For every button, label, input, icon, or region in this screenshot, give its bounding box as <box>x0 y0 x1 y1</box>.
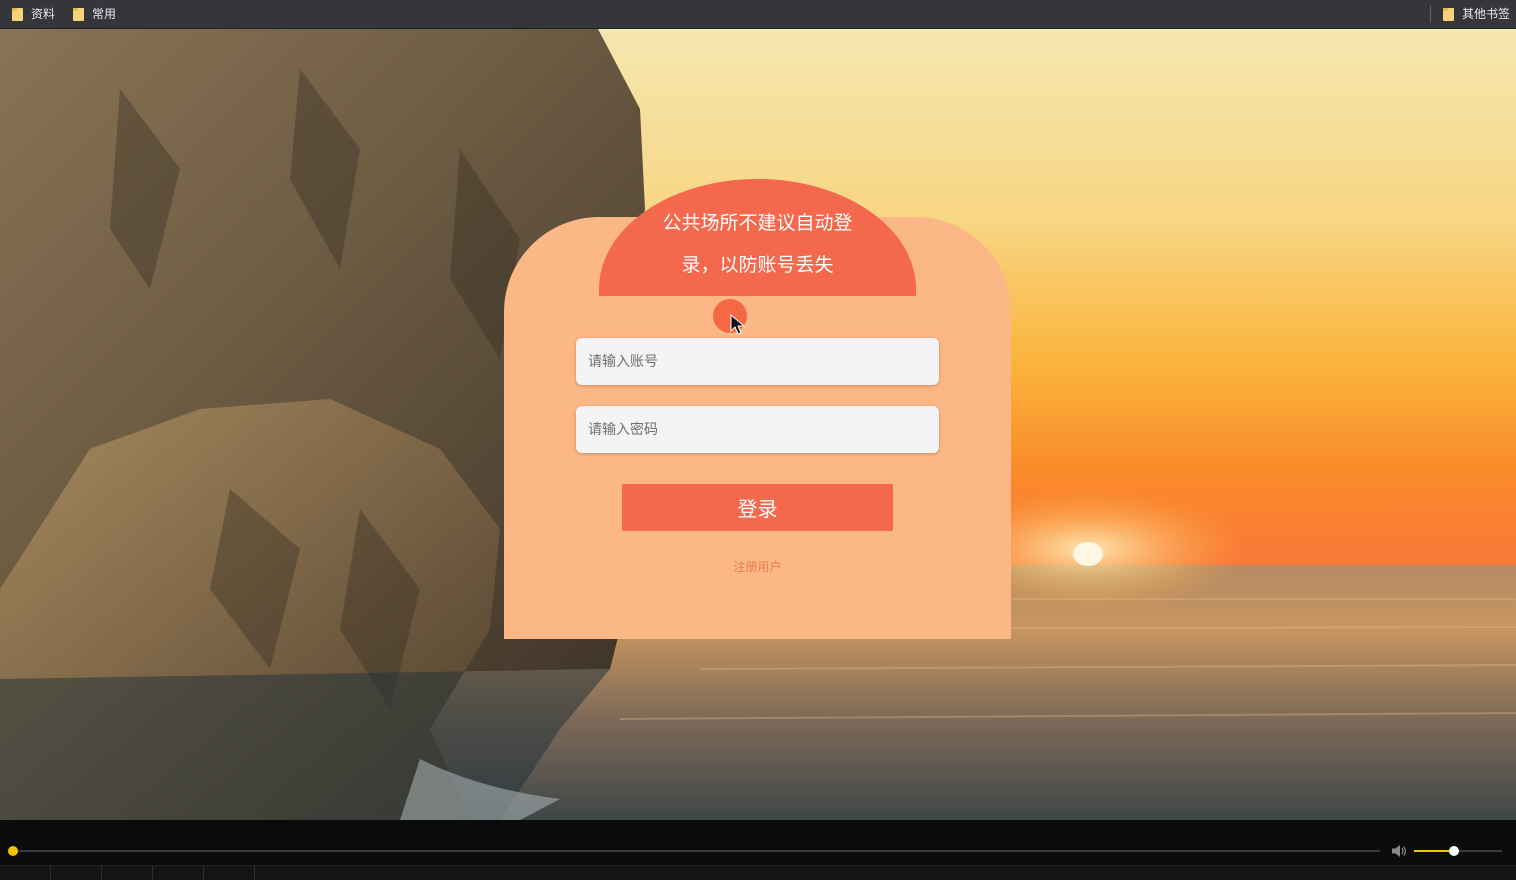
player-status-strip <box>0 865 1516 880</box>
bookmarks-right: 其他书签 <box>1429 5 1510 23</box>
account-input[interactable] <box>576 338 939 385</box>
strip-divider <box>152 866 153 880</box>
folder-icon <box>73 7 85 21</box>
strip-divider <box>50 866 51 880</box>
player-controls <box>0 820 1516 880</box>
folder-icon <box>1442 7 1454 21</box>
seek-bar[interactable] <box>13 850 1380 852</box>
bookmarks-divider <box>1429 5 1431 23</box>
register-link[interactable]: 注册用户 <box>622 558 893 575</box>
strip-divider <box>101 866 102 880</box>
bookmark-label: 常用 <box>92 7 117 21</box>
strip-divider <box>203 866 204 880</box>
volume-handle[interactable] <box>1448 846 1459 856</box>
volume-icon[interactable] <box>1391 844 1407 858</box>
volume-level <box>1414 850 1454 852</box>
bookmark-label: 资料 <box>31 7 56 21</box>
seek-handle[interactable] <box>8 846 18 856</box>
screen: 资料 常用 其他书签 公共场所不建议自动登录，以防账号丢失 请输入账号 登录 注… <box>0 0 1516 880</box>
bookmark-folder-ziliao[interactable]: 资料 <box>12 7 56 21</box>
login-button[interactable]: 登录 <box>622 484 893 531</box>
bookmarks-left: 资料 常用 <box>12 7 117 21</box>
bookmark-label: 其他书签 <box>1461 7 1510 21</box>
strip-divider <box>254 866 255 880</box>
password-input[interactable] <box>576 406 939 453</box>
folder-icon <box>12 7 23 21</box>
cursor-icon <box>730 314 746 335</box>
bookmark-folder-changyong[interactable]: 常用 <box>73 7 117 21</box>
bookmark-folder-other[interactable]: 其他书签 <box>1442 7 1510 21</box>
notice-text: 公共场所不建议自动登录，以防账号丢失 <box>662 211 853 276</box>
bookmarks-bar: 资料 常用 其他书签 <box>0 0 1516 29</box>
